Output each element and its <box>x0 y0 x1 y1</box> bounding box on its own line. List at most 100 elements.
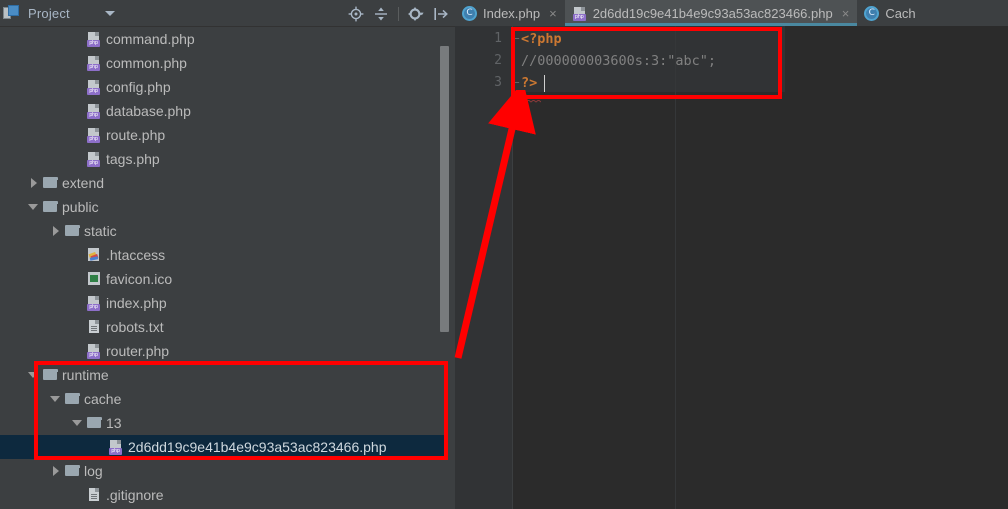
image-file-icon <box>86 271 102 287</box>
tree-row[interactable]: php database.php <box>0 99 448 123</box>
project-tool-window: Project php command.php php common.php p… <box>0 0 455 509</box>
twisty-none <box>72 81 84 93</box>
twisty-none <box>94 441 106 453</box>
twisty-expanded-icon[interactable] <box>50 393 62 405</box>
folder-icon <box>64 391 80 407</box>
php-file-icon: php <box>86 343 102 359</box>
twisty-none <box>72 297 84 309</box>
project-module-icon <box>3 5 19 21</box>
twisty-expanded-icon[interactable] <box>72 417 84 429</box>
code-line[interactable]: //000000003600s:3:"abc"; <box>521 53 716 69</box>
tree-row[interactable]: .htaccess <box>0 243 448 267</box>
php-file-icon: php <box>108 439 124 455</box>
ide-window: Project php command.php php common.php p… <box>0 0 1008 509</box>
tree-row[interactable]: runtime <box>0 363 448 387</box>
tree-row[interactable]: robots.txt <box>0 315 448 339</box>
tree-item-label: config.php <box>106 79 171 95</box>
php-file-icon: php <box>86 295 102 311</box>
code-line[interactable]: <?php <box>521 31 562 47</box>
tree-item-label: router.php <box>106 343 170 359</box>
tree-item-label: database.php <box>106 103 191 119</box>
twisty-collapsed-icon[interactable] <box>50 225 62 237</box>
tree-item-label: .gitignore <box>106 487 164 503</box>
tree-row[interactable]: favicon.ico <box>0 267 448 291</box>
collapse-all-icon[interactable] <box>373 6 389 22</box>
tree-row[interactable]: php config.php <box>0 75 448 99</box>
editor-tab-bar[interactable]: C Index.php × php 2d6dd19c9e41b4e9c93a53ac82… <box>455 0 1008 26</box>
editor-tab[interactable]: C Cach <box>857 0 923 26</box>
tree-item-label: command.php <box>106 31 195 47</box>
hard-wrap-guide-line <box>675 26 676 509</box>
twisty-none <box>72 33 84 45</box>
tree-row[interactable]: php tags.php <box>0 147 448 171</box>
folder-icon <box>64 463 80 479</box>
editor-tab-close-icon[interactable]: × <box>842 7 850 20</box>
tree-item-label: robots.txt <box>106 319 164 335</box>
code-editor-surface[interactable]: <?php −//000000003600s:3:"abc"; ?> − <box>513 26 1008 509</box>
tree-row[interactable]: php route.php <box>0 123 448 147</box>
tree-item-label: favicon.ico <box>106 271 173 287</box>
php-file-icon: php <box>572 6 587 21</box>
chevron-down-icon[interactable] <box>104 10 115 16</box>
tree-item-label: common.php <box>106 55 187 71</box>
toolbar-separator <box>398 6 399 21</box>
tree-row[interactable]: cache <box>0 387 448 411</box>
tree-item-label: public <box>62 199 99 215</box>
tree-item-label: index.php <box>106 295 167 311</box>
tree-row[interactable]: 13 <box>0 411 448 435</box>
editor-tab-close-icon[interactable]: × <box>549 7 557 20</box>
code-line[interactable]: ?> <box>521 75 537 91</box>
text-caret <box>544 75 545 92</box>
php-file-icon: php <box>86 79 102 95</box>
twisty-collapsed-icon[interactable] <box>50 465 62 477</box>
project-panel-header: Project <box>0 0 455 27</box>
tree-item-label: static <box>84 223 117 239</box>
twisty-none <box>72 273 84 285</box>
editor-gutter[interactable]: 1 2 3 <box>455 26 513 509</box>
tree-item-label: runtime <box>62 367 109 383</box>
tree-item-label: .htaccess <box>106 247 166 263</box>
project-file-tree[interactable]: php command.php php common.php php config.php… <box>0 27 448 509</box>
tree-item-label: tags.php <box>106 151 160 167</box>
htaccess-file-icon <box>86 247 102 263</box>
editor-area: C Index.php × php 2d6dd19c9e41b4e9c93a53ac82… <box>455 0 1008 509</box>
tree-row[interactable]: public <box>0 195 448 219</box>
folder-icon <box>86 415 102 431</box>
tree-item-label: cache <box>84 391 122 407</box>
twisty-collapsed-icon[interactable] <box>28 177 40 189</box>
twisty-none <box>72 129 84 141</box>
editor-tab[interactable]: C Index.php × <box>455 0 565 26</box>
tree-item-label: route.php <box>106 127 166 143</box>
tree-row[interactable]: php router.php <box>0 339 448 363</box>
tree-item-label: 13 <box>106 415 122 431</box>
twisty-none <box>72 57 84 69</box>
settings-gear-icon[interactable] <box>408 6 424 22</box>
tree-row-selected[interactable]: php 2d6dd19c9e41b4e9c93a53ac823466.php <box>0 435 448 459</box>
code-fold-marker[interactable]: − <box>513 76 520 89</box>
code-fold-marker[interactable]: − <box>513 32 520 45</box>
tree-row[interactable]: php command.php <box>0 27 448 51</box>
twisty-expanded-icon[interactable] <box>28 369 40 381</box>
twisty-none <box>72 321 84 333</box>
tree-row[interactable]: extend <box>0 171 448 195</box>
php-file-icon: php <box>86 127 102 143</box>
tree-row[interactable]: static <box>0 219 448 243</box>
editor-tab[interactable]: php 2d6dd19c9e41b4e9c93a53ac823466.php × <box>564 0 858 26</box>
twisty-none <box>72 489 84 501</box>
tree-row[interactable]: log <box>0 459 448 483</box>
php-file-icon: php <box>86 151 102 167</box>
line-number: 1 <box>494 31 502 46</box>
twisty-none <box>72 345 84 357</box>
editor-tab-label: 2d6dd19c9e41b4e9c93a53ac823466.php <box>592 5 833 21</box>
line-number: 2 <box>494 53 502 68</box>
tree-row[interactable]: .gitignore <box>0 483 448 507</box>
project-panel-title: Project <box>28 5 70 21</box>
twisty-expanded-icon[interactable] <box>28 201 40 213</box>
php-file-icon: php <box>86 31 102 47</box>
folder-icon <box>42 367 58 383</box>
class-file-icon: C <box>462 5 477 21</box>
tree-row[interactable]: php common.php <box>0 51 448 75</box>
locate-in-tree-icon[interactable] <box>348 6 364 22</box>
hide-panel-icon[interactable] <box>433 6 449 22</box>
tree-row[interactable]: php index.php <box>0 291 448 315</box>
